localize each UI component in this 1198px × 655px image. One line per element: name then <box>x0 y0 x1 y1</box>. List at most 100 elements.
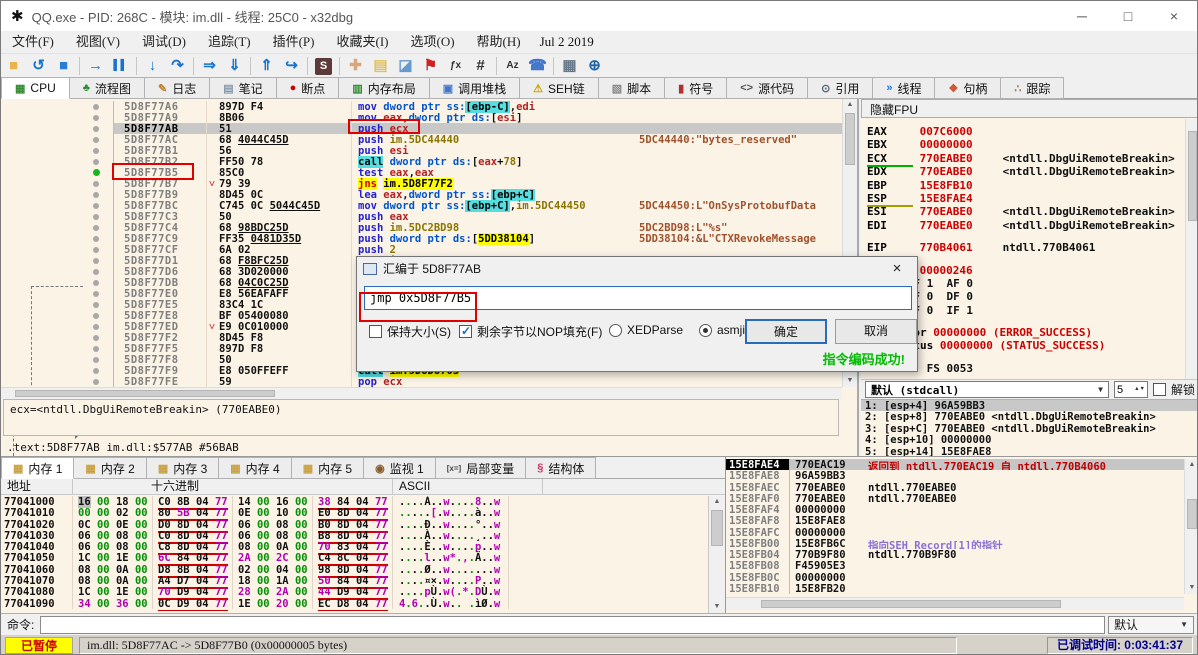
register-row[interactable]: EDI 770EABE0 <ntdll.DbgUiRemoteBreakin> <box>867 219 1185 232</box>
memory-tab-内存 4[interactable]: ▦ 内存 4 <box>219 457 292 479</box>
tab-流程图[interactable]: ♣ 流程图 <box>69 77 145 99</box>
tab-符号[interactable]: ▮ 符号 <box>665 77 728 99</box>
tab-SEH链[interactable]: ⚠ SEH链 <box>520 77 599 99</box>
register-row[interactable]: EDX 770EABE0 <ntdll.DbgUiRemoteBreakin> <box>867 165 1185 178</box>
menu-item-调试D[interactable]: 调试(D) <box>131 31 197 53</box>
scroll-down-icon[interactable]: ▼ <box>709 601 725 613</box>
assemble-icon[interactable]: Az <box>500 55 525 77</box>
memory-tab-内存 1[interactable]: ▦ 内存 1 <box>1 457 75 479</box>
stack-row[interactable]: 15E8FAF4 00000000 <box>726 504 1184 516</box>
disasm-row[interactable]: 5D8F77BC C745 0C 5044C45D mov dword ptr ss… <box>1 200 842 212</box>
arg-row[interactable]: 3: [esp+C] 770EABE0 <ntdll.DbgUiRemoteBr… <box>861 423 1197 435</box>
memory-tab-监视 1[interactable]: ◉ 监视 1 <box>364 457 436 479</box>
open-file-icon[interactable]: ■ <box>1 55 26 77</box>
close-button[interactable]: × <box>1151 1 1197 31</box>
tab-断点[interactable]: ● 断点 <box>276 77 340 99</box>
menu-item-文件F[interactable]: 文件(F) <box>1 31 65 53</box>
memory-tab-局部变量[interactable]: [x=] 局部变量 <box>435 457 527 479</box>
disasm-row[interactable]: 5D8F77C3 50 push eax <box>1 211 842 223</box>
phone-icon[interactable]: ☎ <box>525 55 550 77</box>
gutter-dot[interactable] <box>93 136 99 143</box>
scroll-up-icon[interactable]: ▲ <box>709 496 725 508</box>
breakpoint-dot[interactable] <box>93 169 100 176</box>
gutter-dot[interactable] <box>93 246 99 253</box>
scroll-down-icon[interactable]: ▼ <box>1185 582 1197 594</box>
tab-脚本[interactable]: ▧ 脚本 <box>598 77 666 99</box>
args-count-spinner[interactable]: 5 ▲▼ <box>1113 381 1148 398</box>
hide-fpu-button[interactable]: 隐藏FPU <box>861 99 1197 118</box>
register-row[interactable]: EBX 00000000 <box>867 138 1185 151</box>
memory-row[interactable]: 77041030 06 00 08 00 C0 8D 04 77 06 00 08 0… <box>1 529 708 544</box>
cancel-button[interactable]: 取消 <box>835 319 917 344</box>
memory-row[interactable]: 77041050 1C 00 1E 00 6C 84 04 77 2A 00 2C 0… <box>1 552 708 567</box>
gutter-dot[interactable] <box>93 180 99 187</box>
menu-item-视图V[interactable]: 视图(V) <box>65 31 131 53</box>
xedparse-radio[interactable] <box>609 323 622 337</box>
gutter-dot[interactable] <box>93 191 99 198</box>
tab-CPU[interactable]: ▦ CPU <box>1 77 70 99</box>
stack-row[interactable]: 15E8FB08 F45905E3 <box>726 560 1184 572</box>
disasm-row[interactable]: 5D8F77B1 56 push esi <box>1 145 842 157</box>
menu-item-帮助H[interactable]: 帮助(H) <box>466 31 532 53</box>
memory-row[interactable]: 77041000 16 00 18 00 C0 8B 04 77 14 00 16 0… <box>1 496 708 510</box>
memory-tab-内存 2[interactable]: ▦ 内存 2 <box>74 457 147 479</box>
disasm-row[interactable]: 5D8F77FE 59 pop ecx <box>1 376 842 387</box>
stack-row[interactable]: 15E8FAFC 00000000 <box>726 526 1184 539</box>
disasm-row[interactable]: 5D8F77A6 897D F4 mov dword ptr ss:[ebp-C],… <box>1 101 842 113</box>
gutter-dot[interactable] <box>93 235 99 242</box>
xedparse-radio-group[interactable]: XEDParse <box>609 323 683 337</box>
disasm-row[interactable]: 5D8F77B5 85C0 test eax,eax <box>1 167 842 179</box>
memory-row[interactable]: 77041080 1C 00 1E 00 70 D9 04 77 28 00 2A 0… <box>1 586 708 601</box>
registers-vertical-scrollbar[interactable] <box>1185 119 1197 379</box>
gutter-dot[interactable] <box>93 334 99 341</box>
menu-item-选项O[interactable]: 选项(O) <box>399 31 465 53</box>
tab-内存布局[interactable]: ▥ 内存布局 <box>339 77 430 99</box>
disasm-row[interactable]: 5D8F77CF 6A 02 push 2 <box>1 244 842 256</box>
memory-row[interactable]: 77041090 34 00 36 00 0C D9 04 77 1E 00 20 0… <box>1 597 708 611</box>
step-into-icon[interactable]: ↓ <box>140 55 165 77</box>
function-icon[interactable]: ƒx <box>443 55 468 77</box>
stack-row[interactable]: 15E8FB04 770B9F80 ntdll.770B9F80 <box>726 549 1184 561</box>
pause-icon[interactable]: ▌▌ <box>108 55 133 77</box>
menu-item-收藏夹I[interactable]: 收藏夹(I) <box>325 31 399 53</box>
stop-icon[interactable]: ■ <box>51 55 76 77</box>
command-input[interactable] <box>40 615 1105 634</box>
arg-row[interactable]: 5: [esp+14] 15E8FAE8 <box>861 446 1197 456</box>
gutter-dot[interactable] <box>93 158 99 165</box>
keep-size-checkbox[interactable] <box>369 325 382 338</box>
gutter-dot[interactable] <box>93 323 99 330</box>
gutter-dot[interactable] <box>93 378 99 385</box>
arg-row[interactable]: 1: [esp+4] 96A59BB3 <box>861 400 1197 412</box>
run-icon[interactable]: → <box>83 55 108 77</box>
disasm-row[interactable]: 5D8F77AB 51 push ecx <box>1 123 842 135</box>
tab-跟踪[interactable]: ∴ 跟踪 <box>1001 77 1065 99</box>
gutter-dot[interactable] <box>93 103 99 110</box>
register-row[interactable]: EIP 770B4061 ntdll.770B4061 <box>867 241 1185 254</box>
memory-tab-内存 3[interactable]: ▦ 内存 3 <box>146 457 220 479</box>
register-row[interactable]: EBP 15E8FB10 <box>867 179 1185 192</box>
restart-icon[interactable]: ↺ <box>26 55 51 77</box>
disasm-row[interactable]: 5D8F77B2 FF50 78 call dword ptr ds:[eax+78… <box>1 156 842 168</box>
spinner-arrows-icon[interactable]: ▲▼ <box>1134 386 1145 392</box>
gutter-dot[interactable] <box>93 202 99 209</box>
gutter-dot[interactable] <box>93 114 99 121</box>
gutter-dot[interactable] <box>93 147 99 154</box>
fill-nop-checkbox[interactable] <box>459 324 472 338</box>
tab-日志[interactable]: ✎ 日志 <box>144 77 211 99</box>
stack-row[interactable]: 15E8FAE4 770EAC19 返回到 ntdll.770EAC19 自 ntd… <box>726 459 1184 471</box>
command-script-dropdown[interactable]: 默认 ▼ <box>1108 615 1194 634</box>
assemble-instruction-input[interactable]: jmp 0x5D8F77B5 <box>364 286 912 310</box>
tab-源代码[interactable]: <> 源代码 <box>727 77 809 99</box>
register-row[interactable]: EAX 007C6000 <box>867 125 1185 138</box>
hash-icon[interactable]: # <box>468 55 493 77</box>
stack-row[interactable]: 15E8FB0C 00000000 <box>726 571 1184 584</box>
keep-size-checkbox-group[interactable]: 保持大小(S) <box>369 323 451 340</box>
gutter-dot[interactable] <box>93 290 99 297</box>
tab-笔记[interactable]: ▤ 笔记 <box>210 77 277 99</box>
arg-row[interactable]: 4: [esp+10] 00000000 <box>861 434 1197 446</box>
disasm-row[interactable]: 5D8F77C9 FF35 0481D35D push dword ptr ds:[… <box>1 233 842 245</box>
bookmark-icon[interactable]: ⚑ <box>418 55 443 77</box>
gutter-dot[interactable] <box>93 125 99 132</box>
gutter-dot[interactable] <box>93 345 99 352</box>
patch-icon[interactable]: ✚ <box>343 55 368 77</box>
